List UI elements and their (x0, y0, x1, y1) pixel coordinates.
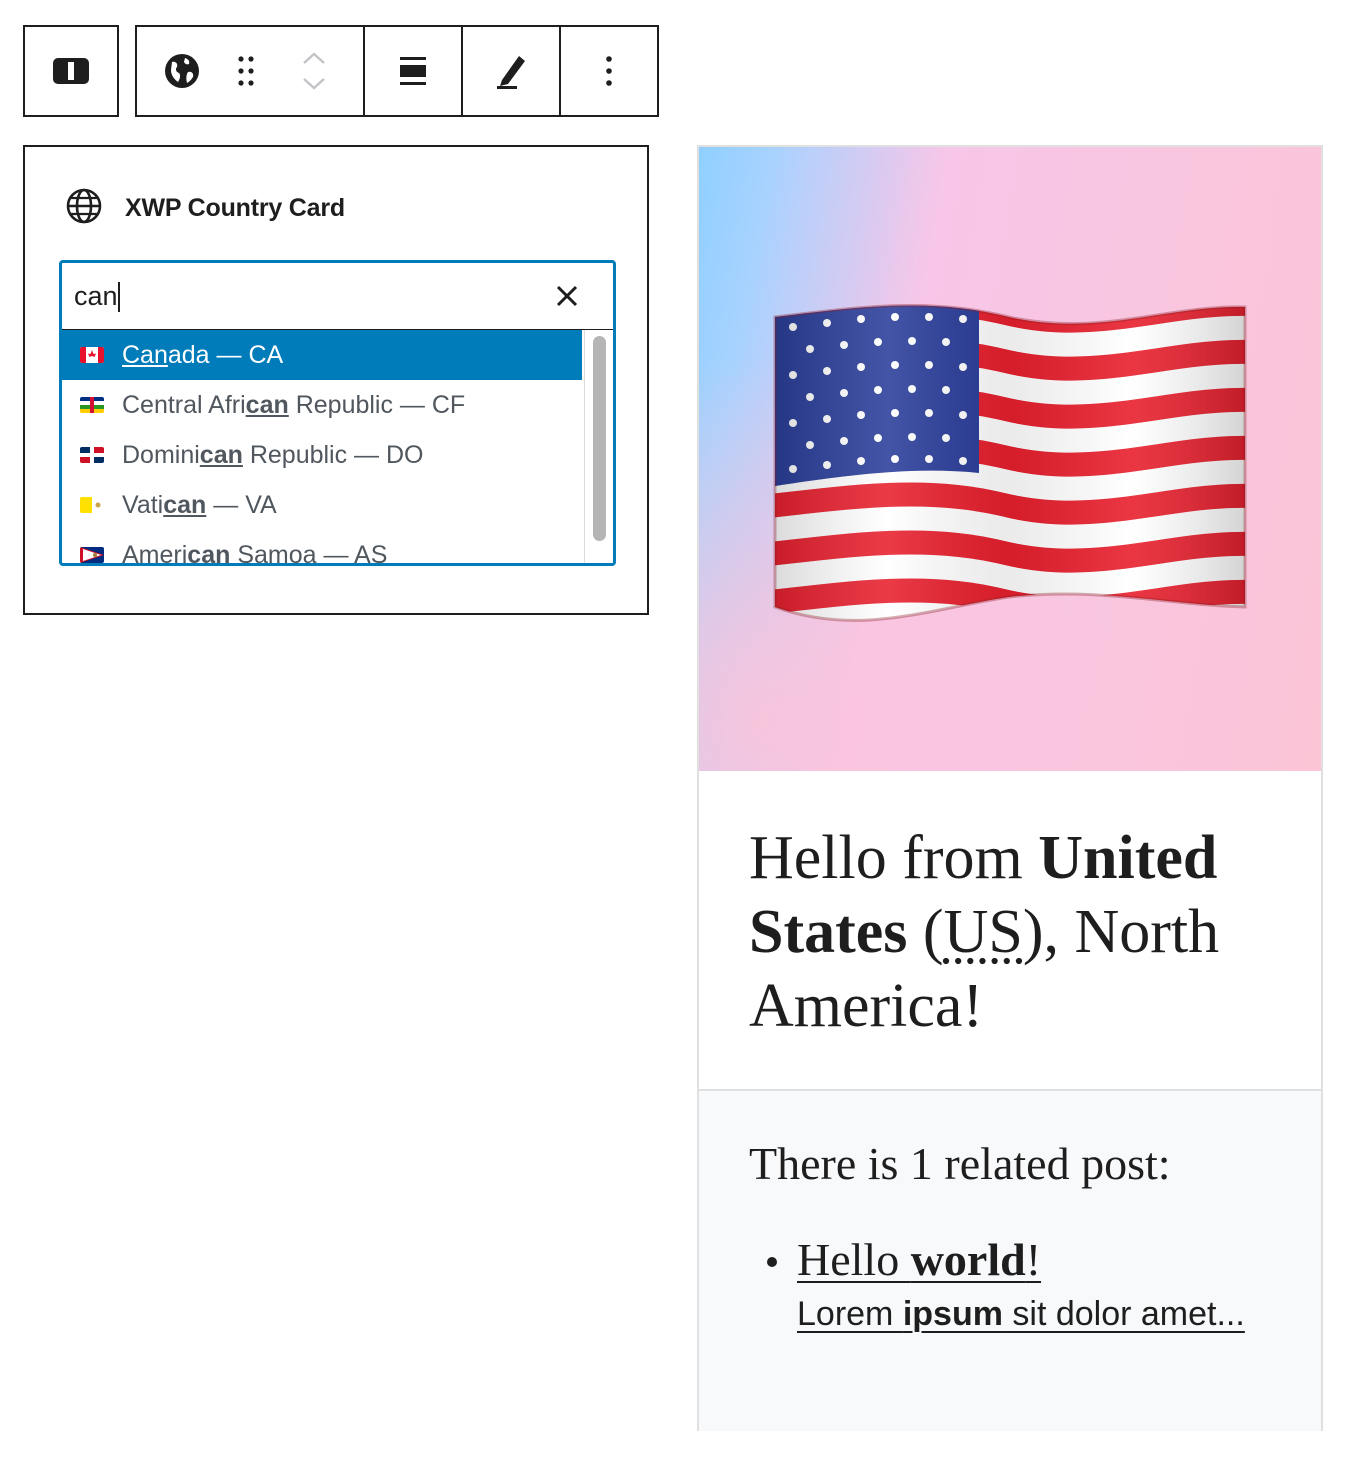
suggestion-american-samoa[interactable]: American Samoa — AS (62, 530, 582, 566)
close-icon (553, 285, 581, 314)
move-up-button[interactable] (302, 51, 326, 65)
align-center-icon (397, 55, 429, 87)
more-options-button[interactable] (559, 27, 657, 115)
flag-ca-icon (80, 347, 104, 363)
related-post-item: Hello world! Lorem ipsum sit dolor amet.… (749, 1231, 1245, 1334)
drag-handle-icon (236, 54, 256, 88)
suggestion-label: Central African Republic — CF (122, 390, 466, 419)
block-placeholder: XWP Country Card Canada — CA (23, 145, 649, 615)
block-title: XWP Country Card (125, 194, 345, 222)
suggestion-label: Vatican — VA (122, 490, 277, 519)
suggestion-vatican[interactable]: Vatican — VA (62, 480, 582, 530)
block-type-button[interactable] (137, 27, 227, 115)
edit-button[interactable] (461, 27, 559, 115)
us-flag-emoji (773, 303, 1247, 622)
suggestion-label: Canada — CA (122, 340, 284, 369)
block-toolbar (135, 25, 659, 117)
related-post-link[interactable]: Hello world! (797, 1231, 1041, 1289)
block-header: XWP Country Card (65, 187, 345, 230)
move-down-button[interactable] (302, 77, 326, 91)
suggestion-label: American Samoa — AS (122, 540, 388, 566)
country-search-input[interactable] (74, 273, 514, 319)
related-post-excerpt[interactable]: Lorem ipsum sit dolor amet... (797, 1295, 1245, 1334)
align-button[interactable] (363, 27, 461, 115)
card-hero (699, 147, 1321, 771)
block-parent-icon (25, 27, 117, 115)
chevron-down-icon (302, 77, 326, 91)
suggestion-central-african-republic[interactable]: Central African Republic — CF (62, 380, 582, 430)
country-greeting: Hello from United States (US), North Ame… (749, 824, 1220, 1040)
globe-icon (65, 187, 103, 230)
suggestions-scrollbar[interactable] (584, 330, 613, 563)
suggestion-label: Dominican Republic — DO (122, 440, 424, 469)
flag-va-icon (80, 497, 104, 513)
more-vertical-icon (605, 55, 613, 87)
country-suggestions-list: Canada — CA Central African Republic — C… (62, 330, 582, 566)
country-card-preview: Hello from United States (US), North Ame… (697, 145, 1323, 1431)
select-parent-block-button[interactable] (23, 25, 119, 117)
related-posts-heading: There is 1 related post: (749, 1138, 1171, 1189)
suggestion-dominican-republic[interactable]: Dominican Republic — DO (62, 430, 582, 480)
text-caret (118, 282, 120, 312)
list-bullet (767, 1257, 777, 1267)
country-code: US (943, 898, 1023, 966)
pencil-icon (494, 52, 528, 90)
chevron-up-icon (302, 51, 326, 65)
flag-cf-icon (80, 397, 104, 413)
globe-filled-icon (163, 52, 201, 90)
suggestion-canada[interactable]: Canada — CA (62, 330, 582, 380)
scrollbar-thumb[interactable] (593, 336, 606, 541)
country-combobox: Canada — CA Central African Republic — C… (59, 260, 616, 566)
drag-handle[interactable] (227, 27, 265, 115)
move-buttons (265, 27, 363, 115)
clear-search-button[interactable] (553, 282, 581, 310)
related-posts-list: Hello world! Lorem ipsum sit dolor amet.… (749, 1231, 1245, 1334)
flag-do-icon (80, 447, 104, 463)
related-posts-section: There is 1 related post: Hello world! Lo… (699, 1091, 1321, 1431)
flag-as-icon (80, 547, 104, 563)
search-row (62, 263, 613, 330)
